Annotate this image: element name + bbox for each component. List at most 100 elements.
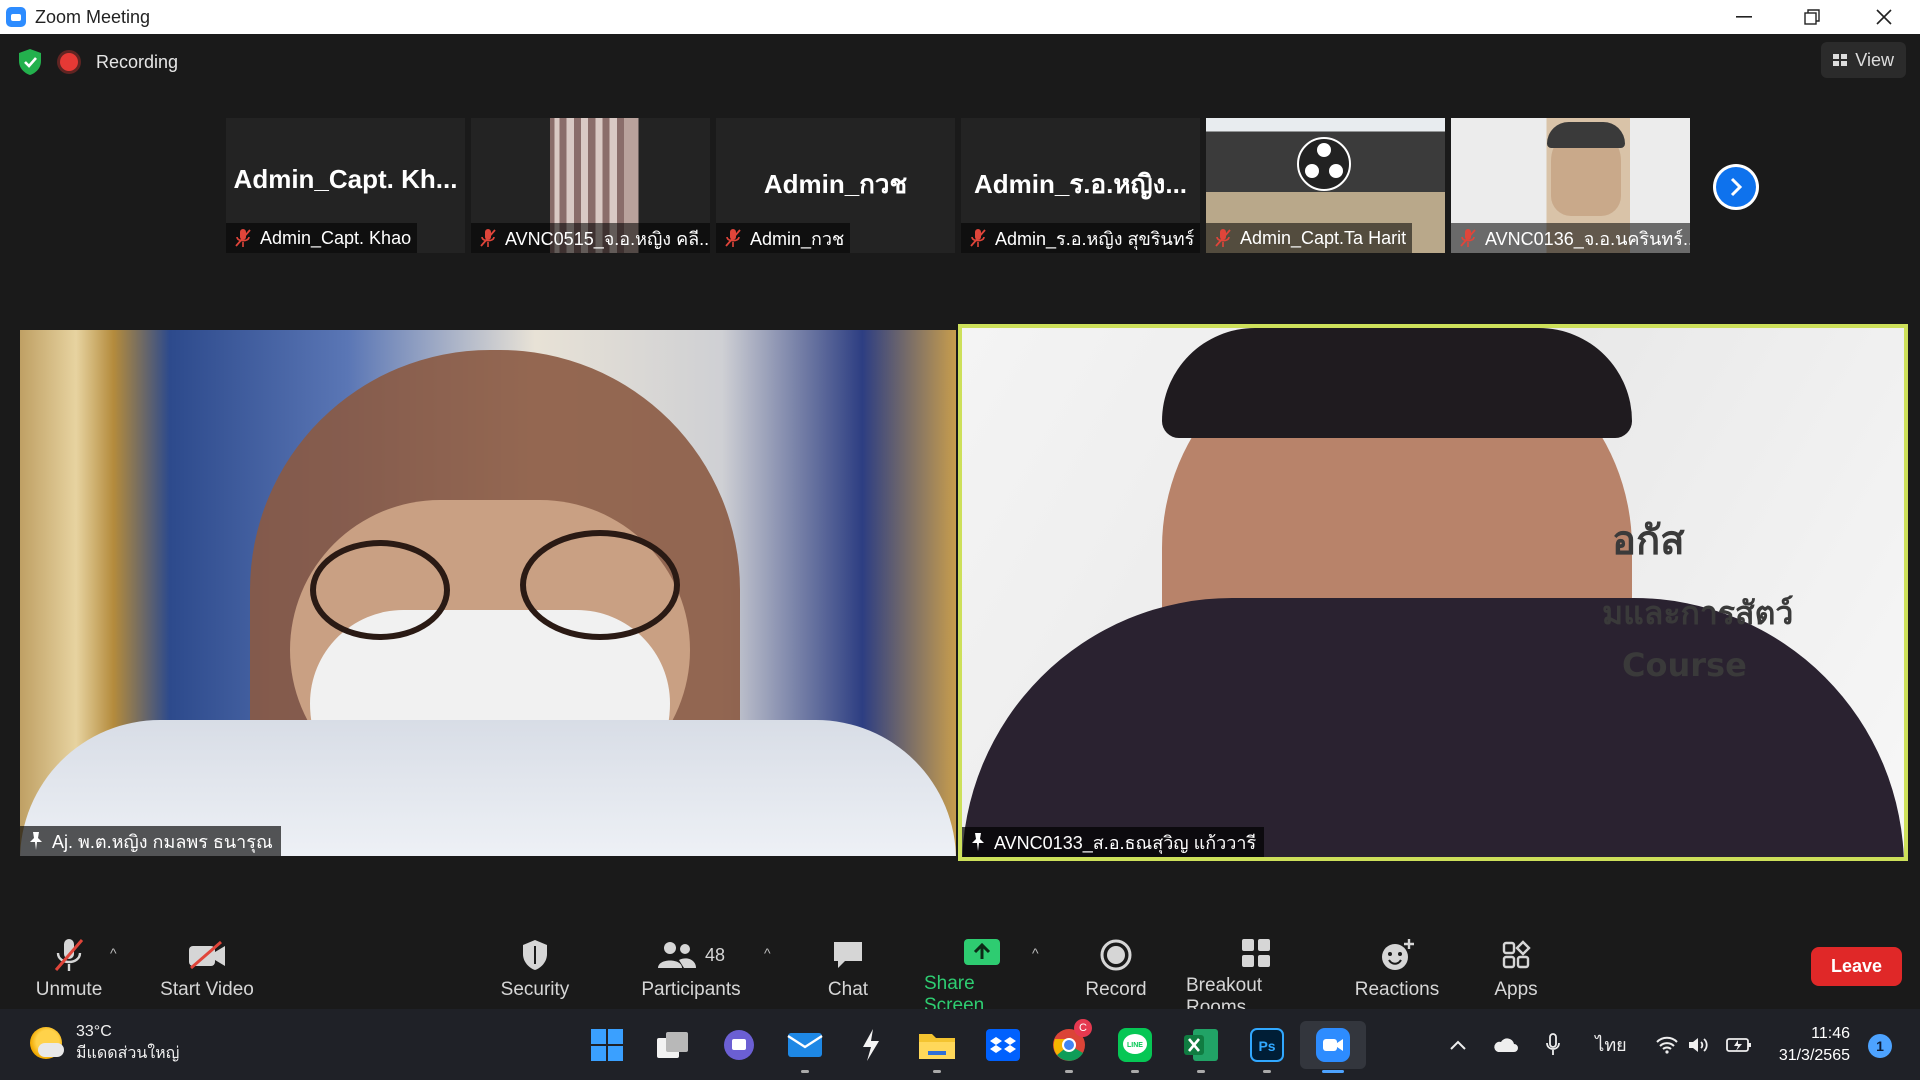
- line-button[interactable]: LINE: [1102, 1021, 1168, 1073]
- chat-icon: [831, 937, 865, 973]
- dropbox-icon: [986, 1029, 1020, 1061]
- participant-thumbnail[interactable]: Admin_กวช Admin_กวช: [716, 118, 955, 253]
- windows-start-icon: [591, 1029, 623, 1061]
- teams-chat-button[interactable]: [706, 1021, 772, 1069]
- participant-thumbnail[interactable]: AVNC0136_จ.อ.นครินทร์...: [1451, 118, 1690, 253]
- security-button[interactable]: Security: [490, 905, 580, 1009]
- reactions-button[interactable]: Reactions: [1354, 905, 1440, 1009]
- participant-thumbnail[interactable]: Admin_Capt.Ta Harit: [1206, 118, 1445, 253]
- mail-button[interactable]: [772, 1021, 838, 1073]
- participant-name-label: AVNC0133_ส.อ.ธณสุวิญ แก้ววารี: [962, 827, 1265, 857]
- wifi-icon: [1656, 1036, 1678, 1054]
- window-titlebar: Zoom Meeting: [0, 0, 1920, 34]
- chat-button[interactable]: Chat: [812, 905, 884, 1009]
- apps-label: Apps: [1494, 979, 1538, 1000]
- unmute-label: Unmute: [35, 979, 103, 1000]
- onedrive-cloud-icon: [1494, 1037, 1518, 1052]
- chevron-right-icon: [1716, 167, 1756, 207]
- background-text: มและการสัตว์: [1602, 594, 1794, 632]
- close-icon: [1876, 9, 1892, 25]
- dropbox-button[interactable]: [970, 1021, 1036, 1069]
- sticky-app-button[interactable]: [838, 1021, 904, 1069]
- photoshop-icon: Ps: [1250, 1028, 1284, 1062]
- video-tile-left[interactable]: Aj. พ.ต.หญิง กมลพร ธนารุณ: [20, 330, 956, 856]
- battery-button[interactable]: [1724, 1009, 1754, 1080]
- glasses-right: [520, 530, 680, 640]
- participants-options-caret-icon[interactable]: ^: [764, 945, 771, 961]
- battery-charging-icon: [1726, 1037, 1751, 1052]
- participant-thumbnail[interactable]: Admin_Capt. Kh... Admin_Capt. Khao: [226, 118, 465, 253]
- participants-icon: 48: [657, 937, 725, 973]
- notification-badge[interactable]: 1: [1868, 1034, 1892, 1058]
- language-indicator[interactable]: ไทย: [1594, 1009, 1628, 1080]
- participants-count: 48: [704, 944, 726, 965]
- clock-date: 31/3/2565: [1778, 1047, 1850, 1064]
- microphone-tray-button[interactable]: [1540, 1009, 1566, 1080]
- start-video-label: Start Video: [160, 979, 254, 1000]
- reactions-smiley-icon: [1379, 937, 1415, 973]
- window-title: Zoom Meeting: [35, 6, 151, 27]
- photoshop-button[interactable]: Ps: [1234, 1021, 1300, 1073]
- participant-name-label: AVNC0136_จ.อ.นครินทร์...: [1451, 223, 1690, 253]
- security-shield-icon[interactable]: [17, 48, 43, 76]
- participant-name-label: Admin_ร.อ.หญิง สุขรินทร์: [961, 223, 1200, 253]
- mail-icon: [787, 1033, 823, 1057]
- participants-label: Participants: [641, 979, 741, 1000]
- excel-button[interactable]: [1168, 1021, 1234, 1073]
- mic-muted-icon: [1215, 229, 1231, 247]
- participant-name-label: Admin_Capt.Ta Harit: [1206, 223, 1413, 253]
- apps-button[interactable]: Apps: [1490, 905, 1542, 1009]
- weather-widget[interactable]: 33°C มีแดดส่วนใหญ่: [30, 1021, 179, 1065]
- leave-button[interactable]: Leave: [1811, 947, 1902, 986]
- participant-name-label: AVNC0515_จ.อ.หญิง คลี...: [471, 223, 710, 253]
- grid-view-icon: [1833, 54, 1848, 66]
- start-video-button[interactable]: Start Video: [152, 905, 262, 1009]
- participants-button[interactable]: 48 Participants: [636, 905, 746, 1009]
- start-button[interactable]: [574, 1021, 640, 1069]
- participant-thumbnail[interactable]: Admin_ร.อ.หญิง... Admin_ร.อ.หญิง สุขรินท…: [961, 118, 1200, 253]
- zoom-taskbar-button[interactable]: [1300, 1021, 1366, 1073]
- participant-name: AVNC0133_ส.อ.ธณสุวิญ แก้ววารี: [994, 832, 1257, 853]
- svg-text:LINE: LINE: [1127, 1042, 1143, 1049]
- minimize-button[interactable]: [1710, 0, 1778, 34]
- show-hidden-icons-button[interactable]: [1446, 1009, 1470, 1080]
- chevron-up-icon: [1450, 1040, 1466, 1050]
- audio-options-caret-icon[interactable]: ^: [110, 945, 117, 961]
- reactions-label: Reactions: [1354, 979, 1440, 1000]
- next-page-button[interactable]: [1713, 164, 1759, 210]
- video-tile-active-speaker[interactable]: อกัส มและการสัตว์ Course AVNC0133_ส.อ.ธณ…: [958, 324, 1908, 861]
- volume-button[interactable]: [1686, 1009, 1712, 1080]
- chrome-button[interactable]: C: [1036, 1019, 1102, 1073]
- recording-indicator[interactable]: Recording: [60, 48, 178, 76]
- wifi-button[interactable]: [1652, 1009, 1682, 1080]
- share-screen-button[interactable]: Share Screen: [924, 905, 1040, 1016]
- participant-name: AVNC0515_จ.อ.หญิง คลี...: [505, 228, 710, 249]
- unmute-button[interactable]: Unmute: [20, 905, 118, 1009]
- mic-muted-icon: [725, 229, 741, 247]
- file-explorer-button[interactable]: [904, 1021, 970, 1073]
- video-off-icon: [187, 937, 227, 973]
- breakout-rooms-button[interactable]: Breakout Rooms: [1186, 905, 1326, 1018]
- participant-thumbnail[interactable]: AVNC0515_จ.อ.หญิง คลี...: [471, 118, 710, 253]
- restore-button[interactable]: [1778, 0, 1846, 34]
- recording-label: Recording: [96, 51, 179, 72]
- task-view-icon: [657, 1032, 688, 1058]
- shield-icon: [520, 937, 550, 973]
- participant-big-name: Admin_Capt. Kh...: [233, 164, 458, 194]
- view-button[interactable]: View: [1821, 42, 1906, 78]
- mic-muted-icon: [1460, 229, 1476, 247]
- share-screen-icon: [963, 937, 1001, 967]
- teams-chat-icon: [724, 1030, 754, 1060]
- taskbar-clock[interactable]: 11:46 31/3/2565: [1770, 1023, 1850, 1067]
- share-options-caret-icon[interactable]: ^: [1032, 945, 1039, 961]
- close-button[interactable]: [1850, 0, 1918, 34]
- thumbnail-strip: Admin_Capt. Kh... Admin_Capt. Khao AVNC0…: [226, 118, 1690, 253]
- record-button[interactable]: Record: [1080, 905, 1152, 1009]
- onedrive-button[interactable]: [1490, 1009, 1520, 1080]
- task-view-button[interactable]: [640, 1021, 706, 1069]
- folder-icon: [919, 1034, 955, 1059]
- participant-hair: [1162, 328, 1632, 438]
- mic-muted-icon: [480, 229, 496, 247]
- weather-temperature: 33°C: [76, 1023, 112, 1040]
- obs-logo-icon: [1297, 137, 1351, 191]
